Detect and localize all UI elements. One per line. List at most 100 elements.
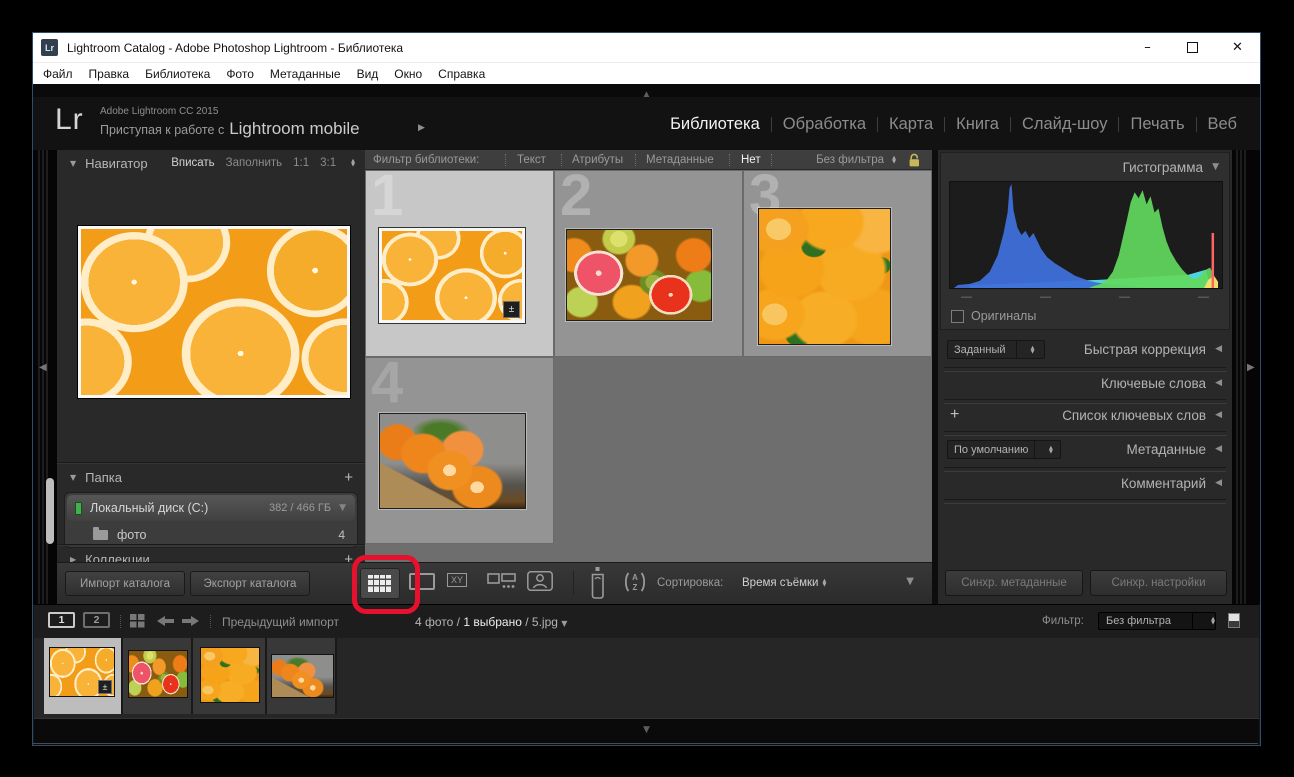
- bottom-panel-collapse-strip[interactable]: ▼: [34, 718, 1259, 745]
- metadata-title[interactable]: Метаданные: [1126, 442, 1206, 457]
- dash-mark[interactable]: —: [961, 291, 972, 303]
- dash-mark[interactable]: —: [1119, 291, 1130, 303]
- photo-thumbnail-4[interactable]: [379, 413, 526, 509]
- filter-none[interactable]: Нет: [741, 154, 761, 166]
- folders-header[interactable]: ▼ Папка +: [57, 466, 365, 488]
- quick-develop-title[interactable]: Быстрая коррекция: [1084, 342, 1206, 357]
- grid-back-icon[interactable]: [130, 614, 145, 628]
- module-print[interactable]: Печать: [1119, 115, 1195, 134]
- hide-right-panel-icon[interactable]: ▶: [1247, 362, 1255, 373]
- menu-edit[interactable]: Правка: [81, 67, 138, 81]
- collapse-icon[interactable]: ▼: [1212, 162, 1219, 172]
- next-photo-icon[interactable]: [182, 615, 200, 627]
- stepper-icon[interactable]: ▲▼: [351, 159, 355, 167]
- add-folder-button[interactable]: +: [344, 469, 353, 486]
- filmstrip-thumb-4[interactable]: [271, 654, 334, 698]
- filter-attributes[interactable]: Атрибуты: [572, 154, 623, 166]
- sort-direction-icon[interactable]: A Z: [623, 571, 647, 593]
- compare-view-button[interactable]: XY: [447, 573, 467, 587]
- menu-file[interactable]: Файл: [35, 67, 81, 81]
- left-scrollbar-thumb[interactable]: [46, 478, 54, 544]
- add-collection-button[interactable]: +: [344, 551, 353, 563]
- zoom-fit[interactable]: Вписать: [171, 157, 214, 169]
- second-window-button[interactable]: 2: [83, 612, 110, 628]
- add-keyword-button[interactable]: +: [950, 406, 959, 424]
- collections-header[interactable]: ▶ Коллекции +: [57, 548, 365, 562]
- comments-title[interactable]: Комментарий: [1121, 476, 1206, 491]
- module-slideshow[interactable]: Слайд-шоу: [1011, 115, 1119, 134]
- filter-toggle-icon[interactable]: [1228, 613, 1240, 628]
- top-panel-collapse-strip[interactable]: ▲: [33, 84, 1260, 97]
- grid-cell[interactable]: 4: [365, 357, 554, 544]
- adjustment-badge-icon[interactable]: ±: [503, 301, 520, 318]
- filmstrip-cell[interactable]: [267, 638, 337, 714]
- section-collapse-icon[interactable]: ◀: [1215, 378, 1222, 388]
- originals-checkbox[interactable]: [951, 310, 964, 323]
- section-collapse-icon[interactable]: ◀: [1215, 444, 1222, 454]
- section-collapse-icon[interactable]: ◀: [1215, 478, 1222, 488]
- zoom-1-1[interactable]: 1:1: [293, 157, 309, 169]
- filter-text[interactable]: Текст: [517, 154, 546, 166]
- filmstrip-cell[interactable]: [123, 638, 193, 714]
- export-catalog-button[interactable]: Экспорт каталога: [190, 571, 310, 596]
- histogram-title[interactable]: Гистограмма: [1123, 160, 1203, 175]
- photo-thumbnail-3[interactable]: [758, 208, 891, 345]
- grid-cell[interactable]: 2: [554, 170, 743, 357]
- menu-photo[interactable]: Фото: [218, 67, 262, 81]
- filmstrip-filter-dropdown[interactable]: Без фильтра ▲▼: [1098, 612, 1216, 630]
- maximize-button[interactable]: [1170, 33, 1215, 62]
- module-develop[interactable]: Обработка: [772, 115, 877, 134]
- quick-develop-preset-dropdown[interactable]: Заданный ▲▼: [947, 340, 1045, 359]
- menu-help[interactable]: Справка: [430, 67, 493, 81]
- grid-cell-selected[interactable]: 1 ±: [365, 170, 554, 357]
- filmstrip-thumb-3[interactable]: [200, 647, 260, 703]
- sync-metadata-button[interactable]: Синхр. метаданные: [945, 570, 1083, 596]
- navigator-header[interactable]: ▼ Навигатор Вписать Заполнить 1:1 3:1 ▲▼: [57, 152, 365, 174]
- volume-browser[interactable]: Локальный диск (C:) 382 / 466 ГБ ▼: [67, 495, 355, 521]
- sync-settings-button[interactable]: Синхр. настройки: [1090, 570, 1227, 596]
- identity-play-icon[interactable]: ▶: [418, 123, 425, 133]
- navigator-preview-image[interactable]: [78, 226, 350, 398]
- histogram-chart[interactable]: [949, 181, 1223, 289]
- menu-library[interactable]: Библиотека: [137, 67, 218, 81]
- menu-view[interactable]: Вид: [349, 67, 387, 81]
- dash-mark[interactable]: —: [1198, 291, 1209, 303]
- module-library[interactable]: Библиотека: [659, 115, 771, 134]
- filter-metadata[interactable]: Метаданные: [646, 154, 714, 166]
- metadata-preset-dropdown[interactable]: По умолчанию ▲▼: [947, 440, 1061, 459]
- main-window-button[interactable]: 1: [48, 612, 75, 628]
- filmstrip-cell-selected[interactable]: ±: [44, 638, 123, 714]
- zoom-fill[interactable]: Заполнить: [226, 157, 282, 169]
- filter-preset[interactable]: Без фильтра: [816, 154, 884, 166]
- dash-mark[interactable]: —: [1040, 291, 1051, 303]
- section-collapse-icon[interactable]: ◀: [1215, 410, 1222, 420]
- people-view-button[interactable]: [527, 571, 553, 591]
- selection-status[interactable]: 4 фото / 1 выбрано / 5.jpg ▼: [415, 615, 567, 629]
- sort-value[interactable]: Время съёмки▲▼: [742, 577, 826, 589]
- survey-view-button[interactable]: [487, 573, 517, 590]
- stepper-icon[interactable]: ▲▼: [892, 156, 896, 164]
- filmstrip-cell[interactable]: [193, 638, 267, 714]
- toolbar-options-icon[interactable]: ▼: [906, 576, 914, 587]
- close-button[interactable]: ✕: [1215, 33, 1260, 62]
- module-web[interactable]: Веб: [1197, 115, 1248, 134]
- zoom-ratio[interactable]: 3:1: [320, 157, 336, 169]
- right-scrollbar-track[interactable]: [1234, 150, 1246, 604]
- photo-thumbnail-1[interactable]: ±: [379, 228, 525, 323]
- grid-cell[interactable]: 3: [743, 170, 932, 357]
- previous-photo-icon[interactable]: [156, 615, 174, 627]
- import-catalog-button[interactable]: Импорт каталога: [65, 571, 185, 596]
- filter-lock-icon[interactable]: [908, 153, 921, 168]
- filmstrip-thumb-1[interactable]: ±: [49, 647, 115, 697]
- section-collapse-icon[interactable]: ◀: [1215, 344, 1222, 354]
- source-indicator[interactable]: Предыдущий импорт: [222, 615, 339, 629]
- drive-collapse-icon[interactable]: ▼: [339, 503, 346, 513]
- minimize-button[interactable]: –: [1125, 33, 1170, 62]
- filmstrip-thumb-2[interactable]: [128, 650, 188, 698]
- hide-left-panel-icon[interactable]: ◀: [39, 362, 47, 373]
- module-map[interactable]: Карта: [878, 115, 944, 134]
- painter-spray-icon[interactable]: [590, 566, 606, 600]
- menu-window[interactable]: Окно: [386, 67, 430, 81]
- keywording-title[interactable]: Ключевые слова: [1101, 376, 1206, 391]
- menu-metadata[interactable]: Метаданные: [262, 67, 349, 81]
